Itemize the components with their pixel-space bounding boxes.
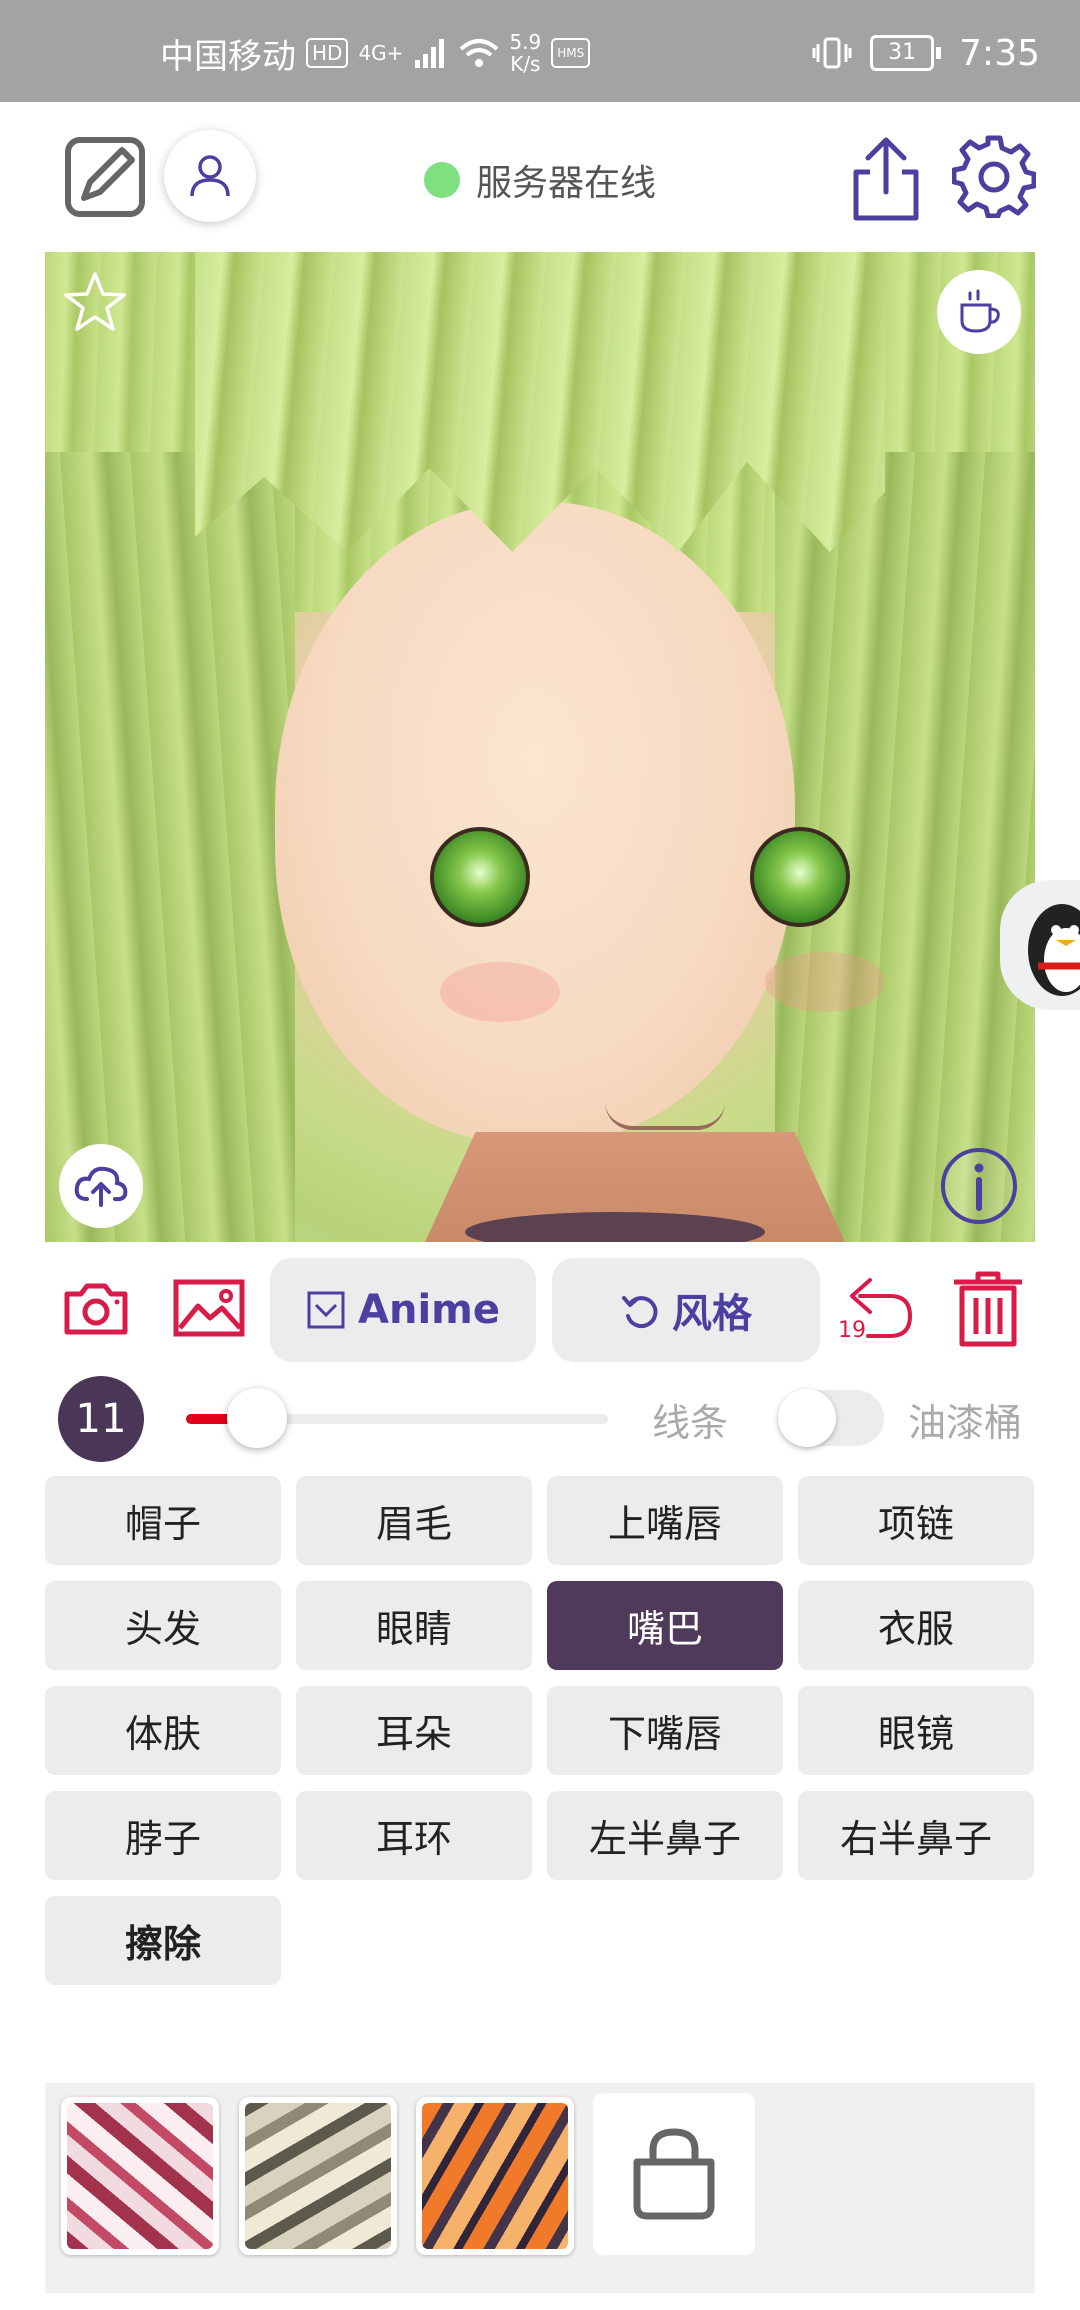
label-button[interactable]: 眉毛 xyxy=(296,1476,532,1565)
wifi-icon xyxy=(460,39,499,67)
upload-icon xyxy=(74,1166,128,1207)
label-button[interactable]: 耳环 xyxy=(296,1791,532,1880)
pattern-store-button[interactable] xyxy=(593,2093,755,2255)
undo-count: 19 xyxy=(838,1318,866,1343)
label-button[interactable]: 帽子 xyxy=(45,1476,281,1565)
info-button[interactable] xyxy=(937,1144,1021,1228)
cup-icon xyxy=(960,289,1000,333)
penguin-icon xyxy=(1028,904,1080,996)
brush-size-slider[interactable] xyxy=(186,1388,608,1448)
battery-icon: 31 xyxy=(870,35,942,71)
image-icon xyxy=(173,1279,245,1337)
toggle-knob xyxy=(778,1389,836,1447)
floating-assistant[interactable] xyxy=(1000,880,1080,1010)
pattern-swatch[interactable] xyxy=(239,2097,397,2255)
hms-badge: HMS xyxy=(551,38,591,68)
refresh-icon xyxy=(622,1296,658,1329)
carrier-name: 中国移动 xyxy=(160,36,296,77)
line-mode-label: 线条 xyxy=(652,1401,729,1445)
mouth-drawing xyxy=(605,1102,725,1130)
delete-button[interactable] xyxy=(946,1266,1030,1350)
bag-icon xyxy=(633,2128,715,2220)
label-button[interactable]: 头发 xyxy=(45,1581,281,1670)
label-button[interactable]: 嘴巴 xyxy=(547,1581,783,1670)
star-icon xyxy=(64,272,126,331)
label-button[interactable]: 擦除 xyxy=(45,1896,281,1985)
network-type: 4G+ xyxy=(358,41,404,65)
paint-bucket-toggle[interactable] xyxy=(778,1389,884,1447)
label-button[interactable]: 上嘴唇 xyxy=(547,1476,783,1565)
upload-button[interactable] xyxy=(59,1144,143,1228)
label-button[interactable]: 项链 xyxy=(798,1476,1034,1565)
label-button[interactable]: 眼睛 xyxy=(296,1581,532,1670)
dropdown-box-icon xyxy=(307,1291,345,1329)
coffee-button[interactable] xyxy=(937,270,1021,354)
paint-bucket-label: 油漆桶 xyxy=(908,1401,1023,1445)
pattern-swatch[interactable] xyxy=(61,2097,219,2255)
server-status-text: 服务器在线 xyxy=(476,163,657,204)
label-button[interactable]: 衣服 xyxy=(798,1581,1034,1670)
online-indicator xyxy=(424,162,460,198)
vibrate-icon xyxy=(812,37,852,69)
style-button[interactable]: 风格 xyxy=(552,1258,820,1362)
share-icon xyxy=(853,137,919,221)
style-label: 风格 xyxy=(672,1291,752,1337)
segment-label-grid: 帽子 眉毛 上嘴唇 项链头发 眼睛 嘴巴 衣服体肤 耳朵 下嘴唇 眼镜脖子 耳环 左半鼻子 右半鼻子擦除 xyxy=(45,1476,1035,1985)
net-speed-unit: K/s xyxy=(510,52,541,76)
label-button[interactable]: 耳朵 xyxy=(296,1686,532,1775)
favorite-button[interactable] xyxy=(63,270,127,334)
gallery-button[interactable] xyxy=(170,1272,248,1344)
gear-icon xyxy=(952,135,1036,218)
pattern-bar xyxy=(45,2083,1035,2293)
share-button[interactable] xyxy=(846,134,926,224)
settings-button[interactable] xyxy=(952,134,1036,218)
eye-right xyxy=(750,827,850,927)
label-button[interactable]: 右半鼻子 xyxy=(798,1791,1034,1880)
pattern-swatch[interactable] xyxy=(416,2097,574,2255)
label-button[interactable]: 脖子 xyxy=(45,1791,281,1880)
label-button[interactable]: 眼镜 xyxy=(798,1686,1034,1775)
brush-size-indicator: 11 xyxy=(58,1376,144,1462)
label-button[interactable]: 体肤 xyxy=(45,1686,281,1775)
user-icon xyxy=(190,155,230,197)
slider-thumb[interactable] xyxy=(226,1388,287,1448)
server-status: 服务器在线 xyxy=(424,155,656,205)
status-left: 中国移动 HD 4G+ 5.9 K/s HMS xyxy=(160,28,591,78)
user-button[interactable] xyxy=(164,130,256,222)
status-right: 31 7:35 xyxy=(812,28,1040,78)
info-icon xyxy=(941,1148,1017,1224)
clock: 7:35 xyxy=(959,32,1040,74)
label-button[interactable]: 下嘴唇 xyxy=(547,1686,783,1775)
camera-button[interactable] xyxy=(60,1272,132,1344)
anime-model-label: Anime xyxy=(358,1287,500,1333)
eye-left xyxy=(430,827,530,927)
label-button[interactable]: 左半鼻子 xyxy=(547,1791,783,1880)
signal-icon xyxy=(415,39,445,68)
edit-button[interactable] xyxy=(64,136,146,218)
status-bar: 中国移动 HD 4G+ 5.9 K/s HMS 31 7:35 xyxy=(0,0,1080,102)
hd-badge: HD xyxy=(306,38,349,68)
net-speed: 5.9 K/s xyxy=(509,31,541,75)
net-speed-value: 5.9 xyxy=(509,30,542,54)
trash-icon xyxy=(954,1271,1022,1347)
battery-level: 31 xyxy=(870,35,935,71)
anime-model-button[interactable]: Anime xyxy=(270,1258,536,1362)
edit-icon xyxy=(65,137,145,217)
result-image[interactable] xyxy=(45,252,1035,1242)
camera-icon xyxy=(64,1283,128,1335)
